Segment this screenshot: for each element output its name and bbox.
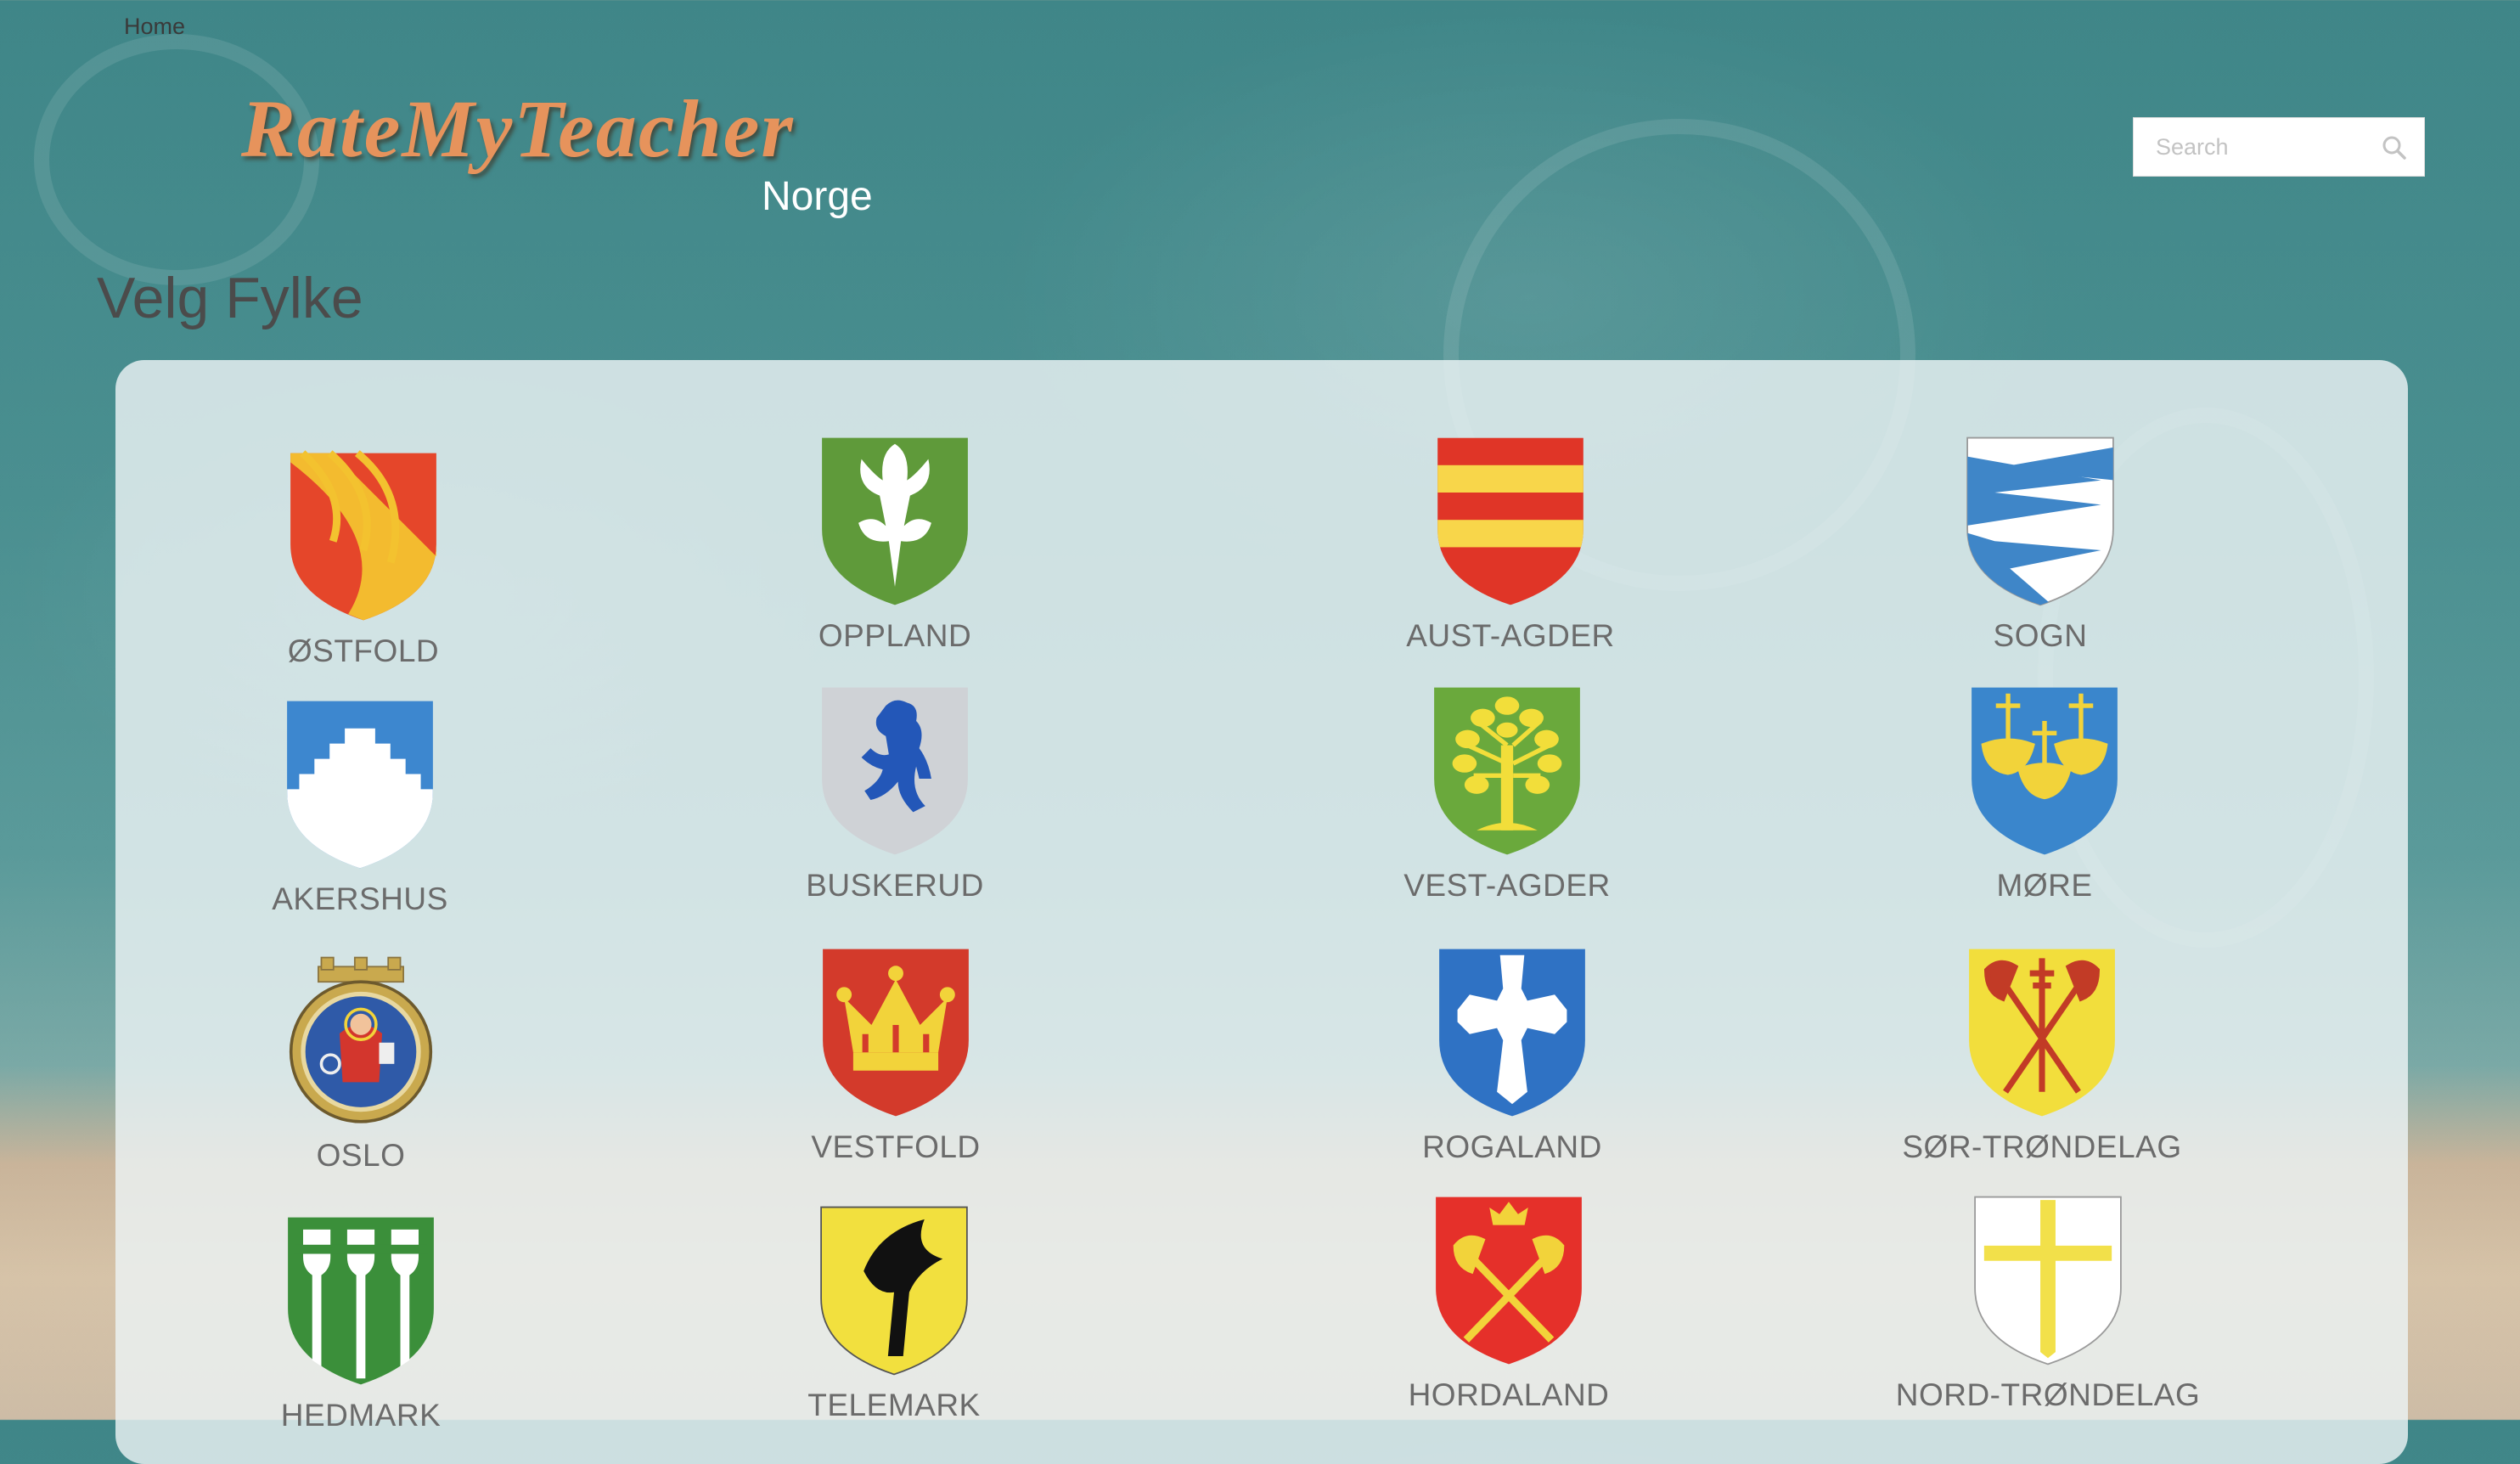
county-label: VESTFOLD xyxy=(811,1129,981,1164)
county-vest-agder[interactable]: VEST-AGDER xyxy=(1320,684,1694,904)
aust-agder-coat-of-arms-icon xyxy=(1437,437,1583,605)
county-vestfold[interactable]: VESTFOLD xyxy=(709,946,1083,1165)
county-label: SOGN xyxy=(1993,618,2088,653)
county-label: HORDALAND xyxy=(1408,1377,1610,1412)
rogaland-coat-of-arms-icon xyxy=(1439,949,1585,1117)
buskerud-coat-of-arms-icon xyxy=(822,687,968,855)
oppland-coat-of-arms-icon xyxy=(822,437,968,605)
county-label: AKERSHUS xyxy=(272,881,448,916)
county-label: OPPLAND xyxy=(818,618,972,653)
county-label: HEDMARK xyxy=(280,1398,442,1433)
county-nord-trondelag[interactable]: NORD-TRØNDELAG xyxy=(1861,1194,2235,1413)
county-aust-agder[interactable]: AUST-AGDER xyxy=(1324,435,1697,654)
site-logo-subtitle: Norge xyxy=(762,174,873,219)
telemark-coat-of-arms-icon xyxy=(820,1206,968,1376)
county-label: AUST-AGDER xyxy=(1406,618,1615,653)
county-label: TELEMARK xyxy=(807,1388,981,1422)
search-icon[interactable] xyxy=(2382,135,2407,160)
county-hedmark[interactable]: HEDMARK xyxy=(174,1214,548,1433)
akershus-coat-of-arms-icon xyxy=(287,701,433,869)
home-link[interactable]: Home xyxy=(124,14,185,40)
county-akershus[interactable]: AKERSHUS xyxy=(173,698,547,917)
county-label: MØRE xyxy=(1996,868,2093,903)
hordaland-coat-of-arms-icon xyxy=(1436,1197,1582,1365)
more-coat-of-arms-icon xyxy=(1972,687,2118,855)
county-oppland[interactable]: OPPLAND xyxy=(708,435,1082,654)
county-hordaland[interactable]: HORDALAND xyxy=(1322,1194,1696,1413)
county-more[interactable]: MØRE xyxy=(1858,684,2231,904)
vest-agder-coat-of-arms-icon xyxy=(1434,687,1580,855)
county-label: ØSTFOLD xyxy=(287,633,440,668)
county-rogaland[interactable]: ROGALAND xyxy=(1325,946,1699,1165)
county-sogn[interactable]: SOGN xyxy=(1853,435,2227,654)
ostfold-coat-of-arms-icon xyxy=(290,450,436,621)
page-title: Velg Fylke xyxy=(97,266,363,330)
county-label: SØR-TRØNDELAG xyxy=(1902,1129,2182,1164)
vestfold-coat-of-arms-icon xyxy=(823,949,969,1117)
county-label: ROGALAND xyxy=(1422,1129,1602,1164)
county-label: BUSKERUD xyxy=(806,868,984,903)
county-sor-trondelag[interactable]: SØR-TRØNDELAG xyxy=(1855,946,2229,1165)
county-label: VEST-AGDER xyxy=(1403,868,1611,903)
oslo-seal-icon xyxy=(289,956,433,1123)
hedmark-coat-of-arms-icon xyxy=(288,1217,434,1385)
county-label: OSLO xyxy=(316,1138,406,1173)
county-telemark[interactable]: TELEMARK xyxy=(707,1204,1081,1423)
county-label: NORD-TRØNDELAG xyxy=(1895,1377,2201,1412)
county-ostfold[interactable]: ØSTFOLD xyxy=(177,450,550,669)
search-input[interactable] xyxy=(2154,132,2387,161)
sor-trondelag-coat-of-arms-icon xyxy=(1969,949,2115,1117)
sogn-coat-of-arms-icon xyxy=(1966,436,2114,606)
site-logo[interactable]: RateMyTeacher xyxy=(241,82,795,176)
search-box[interactable] xyxy=(2133,117,2425,177)
nord-trondelag-coat-of-arms-icon xyxy=(1974,1196,2122,1365)
county-buskerud[interactable]: BUSKERUD xyxy=(708,684,1082,904)
county-oslo[interactable]: OSLO xyxy=(174,954,548,1174)
